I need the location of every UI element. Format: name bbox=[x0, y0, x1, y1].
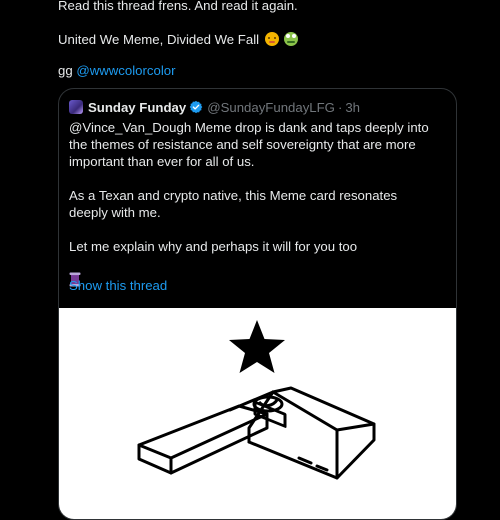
pleading-face-emoji-icon bbox=[264, 32, 279, 46]
post-line-3: gg @wwwcolorcolor bbox=[58, 62, 175, 79]
avatar[interactable] bbox=[69, 100, 83, 114]
post-line-3-prefix: gg bbox=[58, 63, 77, 78]
paragraph-3: Let me explain why and perhaps it will f… bbox=[69, 239, 358, 254]
frog-emoji-icon bbox=[284, 32, 299, 46]
star-shape bbox=[229, 320, 285, 373]
post-line-1-text: Read this thread frens. And read it agai… bbox=[58, 0, 298, 13]
handle[interactable]: @SundayFundayLFG bbox=[207, 100, 335, 115]
quoted-tweet-image[interactable] bbox=[59, 308, 456, 519]
verified-badge-icon bbox=[189, 100, 203, 114]
quoted-tweet-body: @Vince_Van_Dough Meme drop is dank and t… bbox=[69, 119, 429, 291]
timestamp[interactable]: 3h bbox=[345, 100, 360, 115]
show-thread-link[interactable]: Show this thread bbox=[69, 278, 167, 293]
quoted-tweet-header: Sunday Funday @SundayFundayLFG · 3h bbox=[69, 98, 360, 116]
paragraph-1: @Vince_Van_Dough Meme drop is dank and t… bbox=[69, 120, 429, 169]
post-line-2: United We Meme, Divided We Fall bbox=[58, 31, 299, 48]
quoted-tweet-card[interactable]: Sunday Funday @SundayFundayLFG · 3h @Vin… bbox=[58, 88, 457, 520]
hardware-wallet-illustration bbox=[137, 320, 376, 480]
mention-link[interactable]: @wwwcolorcolor bbox=[76, 63, 175, 78]
separator-dot: · bbox=[337, 99, 343, 115]
device-shape bbox=[137, 386, 376, 480]
display-name[interactable]: Sunday Funday bbox=[88, 100, 186, 115]
post-line-1: Read this thread frens. And read it agai… bbox=[58, 0, 298, 14]
paragraph-2: As a Texan and crypto native, this Meme … bbox=[69, 188, 398, 220]
post-line-2-text: United We Meme, Divided We Fall bbox=[58, 32, 260, 47]
